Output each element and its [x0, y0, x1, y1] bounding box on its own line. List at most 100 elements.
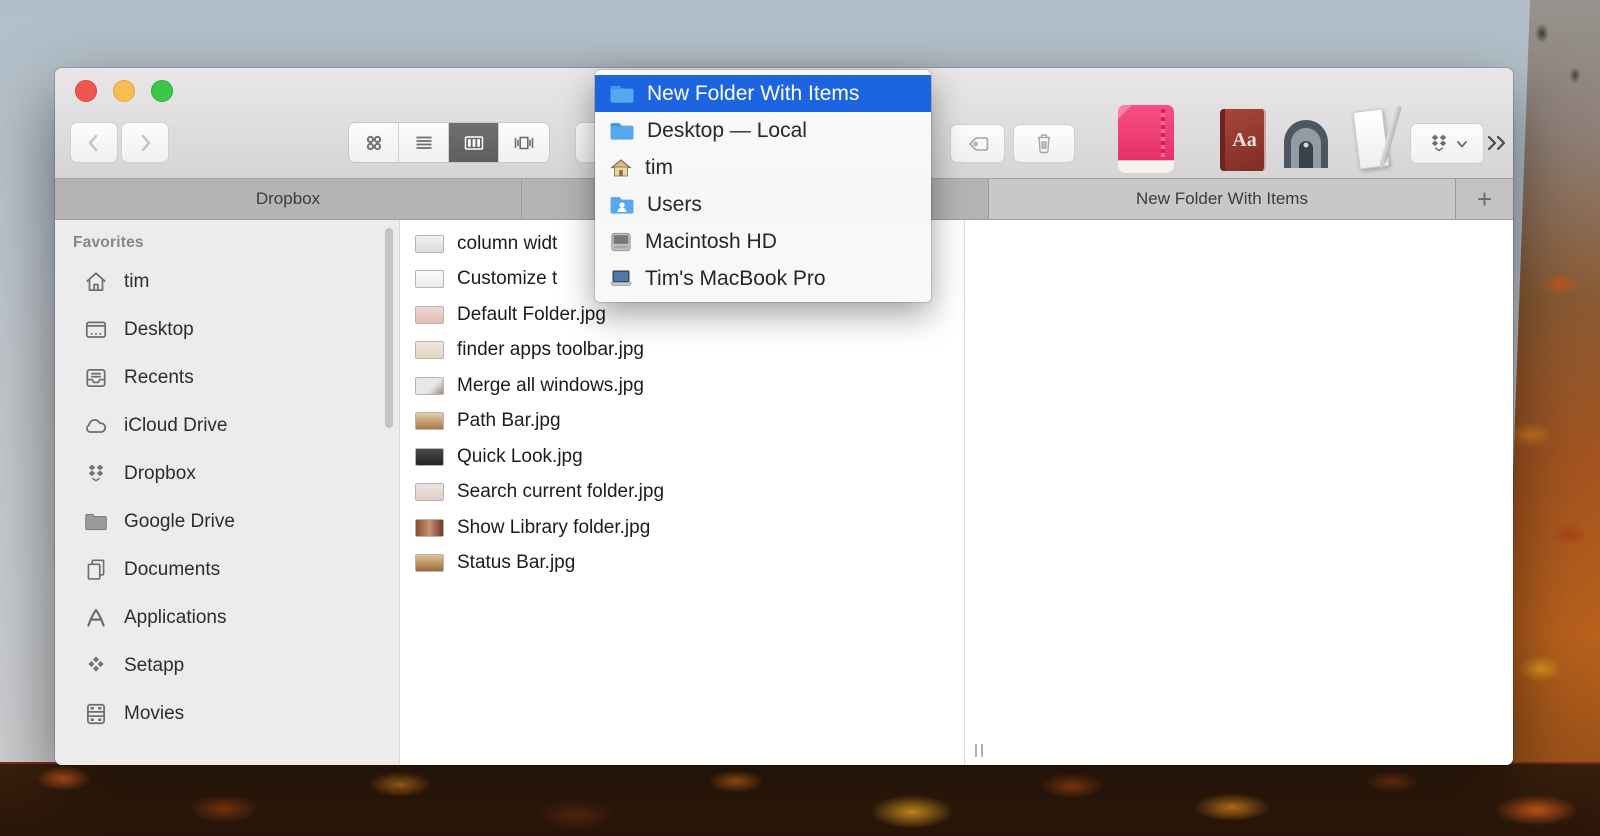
desktop-wallpaper: Aa Dropbox New Folder With Items + Favor…	[0, 0, 1600, 836]
sidebar-item-recents[interactable]: Recents	[55, 354, 399, 402]
users-folder-icon	[610, 196, 634, 214]
menu-item-label: Desktop — Local	[647, 118, 807, 142]
file-thumbnail	[415, 234, 444, 253]
dropbox-icon	[88, 464, 104, 482]
file-row[interactable]: Merge all windows.jpg	[400, 368, 964, 404]
plus-icon: +	[1476, 183, 1493, 214]
menu-item-tim[interactable]: tim	[595, 149, 931, 186]
chevron-down-icon	[1457, 140, 1467, 148]
file-name: finder apps toolbar.jpg	[457, 339, 644, 361]
menu-item-label: Users	[647, 192, 702, 216]
file-row[interactable]: Default Folder.jpg	[400, 297, 964, 333]
paper-pencil-app-icon[interactable]	[1352, 105, 1402, 175]
file-thumbnail	[415, 412, 444, 431]
tag-button[interactable]	[950, 124, 1005, 163]
icon-view-button[interactable]	[349, 123, 399, 162]
zipper	[1161, 109, 1165, 157]
sidebar-item-label: Google Drive	[124, 511, 235, 532]
menu-item-tims-macbook-pro[interactable]: Tim's MacBook Pro	[595, 260, 931, 297]
sidebar-section-heading: Favorites	[73, 234, 144, 251]
sidebar-item-applications[interactable]: Applications	[55, 594, 399, 642]
home-icon	[610, 158, 632, 176]
file-row[interactable]: Search current folder.jpg	[400, 475, 964, 511]
sidebar-item-label: Documents	[124, 559, 221, 580]
trash-icon	[1038, 133, 1050, 153]
chevron-left-icon	[88, 134, 98, 151]
sidebar-scrollbar-thumb[interactable]	[385, 228, 393, 428]
toolbar-overflow-button[interactable]	[1485, 130, 1511, 156]
file-name: Quick Look.jpg	[457, 445, 583, 467]
file-thumbnail	[415, 554, 444, 573]
applications-icon	[87, 608, 105, 627]
forward-button[interactable]	[121, 122, 169, 163]
menu-item-macintosh-hd[interactable]: Macintosh HD	[595, 223, 931, 260]
close-button[interactable]	[75, 80, 97, 102]
sidebar-item-label: iCloud Drive	[124, 415, 228, 436]
file-thumbnail	[415, 270, 444, 289]
back-button[interactable]	[70, 122, 118, 163]
file-row[interactable]: Path Bar.jpg	[400, 404, 964, 440]
list-icon	[416, 136, 431, 149]
arch-app-icon[interactable]	[1278, 114, 1334, 168]
list-view-button[interactable]	[399, 123, 449, 162]
file-name: Search current folder.jpg	[457, 481, 665, 503]
sidebar-item-label: Dropbox	[124, 463, 196, 484]
nav-buttons	[70, 122, 169, 163]
sidebar-item-icloud-drive[interactable]: iCloud Drive	[55, 402, 399, 450]
sidebar-item-label: Applications	[124, 607, 227, 628]
coverflow-view-button[interactable]	[499, 123, 549, 162]
column-view-button[interactable]	[449, 123, 499, 162]
folder-icon	[610, 122, 634, 140]
file-row[interactable]: Status Bar.jpg	[400, 546, 964, 582]
minimize-button[interactable]	[113, 80, 135, 102]
sidebar-item-movies[interactable]: Movies	[55, 690, 399, 738]
sidebar-item-google-drive[interactable]: Google Drive	[55, 498, 399, 546]
menu-item-label: tim	[645, 155, 673, 179]
default-folder-app-icon[interactable]	[1118, 105, 1174, 173]
menu-item-users[interactable]: Users	[595, 186, 931, 223]
folder-band	[1118, 160, 1174, 173]
file-name: Merge all windows.jpg	[457, 374, 644, 396]
dropbox-icon	[1431, 134, 1447, 151]
sidebar-item-label: Setapp	[124, 655, 185, 676]
dictionary-app-icon[interactable]: Aa	[1220, 109, 1266, 171]
folder-icon	[610, 85, 634, 103]
desktop-icon	[85, 321, 107, 338]
menu-item-new-folder-with-items[interactable]: New Folder With Items	[595, 75, 931, 112]
path-dropdown-menu: New Folder With Items Desktop — Local ti…	[595, 70, 931, 302]
sidebar-item-dropbox[interactable]: Dropbox	[55, 450, 399, 498]
file-thumbnail	[415, 518, 444, 537]
recents-icon	[86, 369, 106, 387]
sidebar-item-tim[interactable]: tim	[55, 258, 399, 306]
hard-drive-icon	[611, 232, 631, 251]
delete-button[interactable]	[1013, 124, 1075, 163]
file-row[interactable]: Show Library folder.jpg	[400, 510, 964, 546]
file-thumbnail	[415, 305, 444, 324]
dropbox-toolbar-button[interactable]	[1410, 123, 1484, 164]
new-tab-button[interactable]: +	[1456, 179, 1513, 219]
double-chevron-right-icon	[1487, 135, 1506, 151]
file-thumbnail	[415, 376, 444, 395]
file-thumbnail	[415, 483, 444, 502]
sidebar-item-documents[interactable]: Documents	[55, 546, 399, 594]
file-row[interactable]: finder apps toolbar.jpg	[400, 333, 964, 369]
wallpaper-forest	[0, 762, 1600, 836]
sidebar-item-desktop[interactable]: Desktop	[55, 306, 399, 354]
sidebar-item-setapp[interactable]: Setapp	[55, 642, 399, 690]
laptop-icon	[609, 269, 633, 286]
dictionary-label: Aa	[1232, 128, 1257, 151]
coverflow-icon	[514, 136, 534, 149]
menu-item-desktop-local[interactable]: Desktop — Local	[595, 112, 931, 149]
sidebar: Favorites tim Desktop Recents iCloud Dri…	[55, 220, 400, 765]
view-switcher	[348, 122, 550, 163]
sidebar-item-label: Movies	[124, 703, 185, 724]
columns-icon	[464, 135, 483, 150]
folder-icon	[85, 513, 107, 531]
chevron-right-icon	[141, 134, 151, 151]
tab-new-folder-with-items[interactable]: New Folder With Items	[989, 179, 1456, 219]
file-row[interactable]: Quick Look.jpg	[400, 439, 964, 475]
column-resize-handle[interactable]	[975, 744, 983, 757]
tab-label: Dropbox	[255, 189, 321, 208]
zoom-button[interactable]	[151, 80, 173, 102]
tab-dropbox[interactable]: Dropbox	[55, 179, 522, 219]
